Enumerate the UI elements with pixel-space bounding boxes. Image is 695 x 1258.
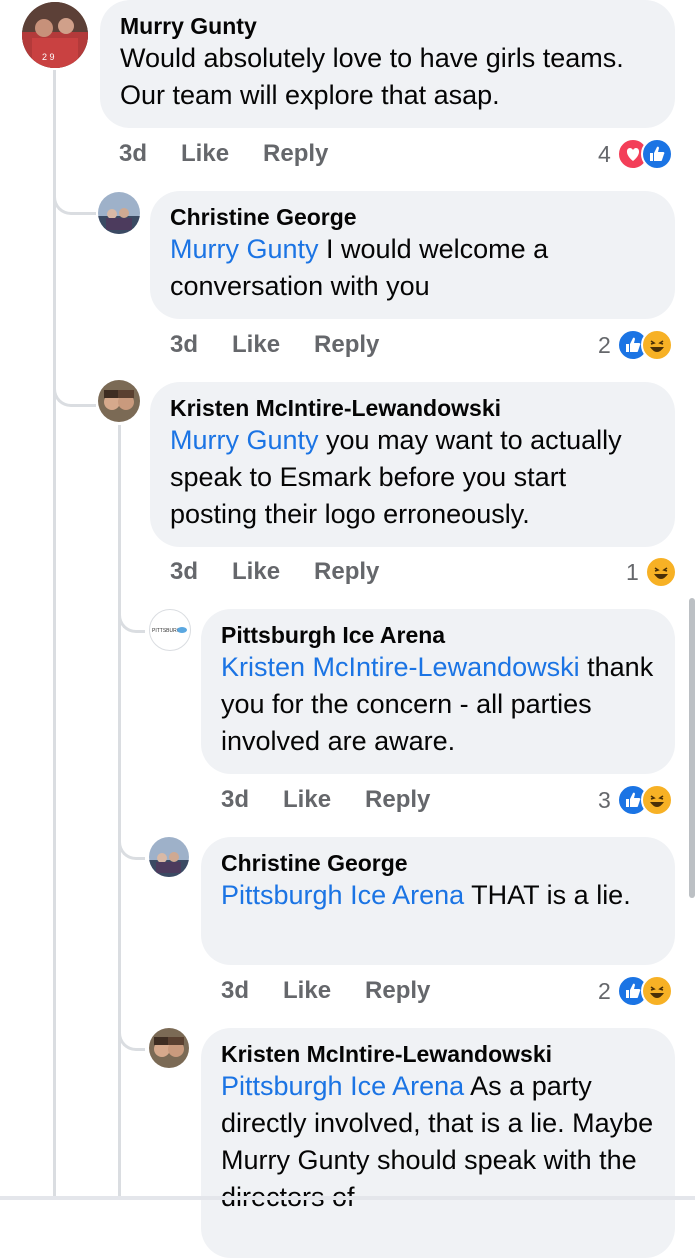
reply-button[interactable]: Reply	[314, 558, 379, 586]
reaction-count: 3	[598, 786, 611, 813]
like-button[interactable]: Like	[181, 140, 229, 168]
comment-text: Would absolutely love to have girls team…	[120, 43, 624, 110]
comment-actions: 3d Like Reply	[170, 558, 413, 586]
reaction-summary[interactable]: 2	[598, 329, 673, 361]
comment-time[interactable]: 3d	[221, 786, 249, 814]
thread-connector	[53, 188, 96, 215]
haha-icon	[640, 784, 673, 816]
comment-time[interactable]: 3d	[221, 977, 249, 1005]
comment-bubble: Murry Gunty Would absolutely love to hav…	[100, 0, 675, 128]
reaction-summary[interactable]: 1	[626, 556, 677, 588]
comment-author[interactable]: Christine George	[221, 849, 655, 877]
avatar[interactable]	[98, 192, 140, 234]
reaction-count: 2	[598, 331, 611, 358]
thread-connector	[53, 380, 96, 407]
comment-text: Murry Gunty you may want to actually spe…	[170, 422, 655, 533]
comment-bubble: Christine George Pittsburgh Ice Arena TH…	[201, 837, 675, 965]
svg-text:2 9: 2 9	[42, 52, 55, 62]
avatar[interactable]: 2 9	[22, 2, 88, 68]
reply-button[interactable]: Reply	[314, 331, 379, 359]
haha-icon	[640, 329, 673, 361]
comment-text: Pittsburgh Ice Arena THAT is a lie.	[221, 877, 655, 914]
comment-actions: 3d Like Reply	[221, 977, 464, 1005]
thread-connector	[118, 606, 145, 633]
thread-line	[53, 70, 56, 1200]
haha-icon	[644, 556, 677, 588]
comment-text: Pittsburgh Ice Arena As a party directly…	[221, 1068, 655, 1216]
thread-connector	[118, 833, 145, 860]
avatar[interactable]	[98, 380, 140, 422]
mention-link[interactable]: Pittsburgh Ice Arena	[221, 1071, 464, 1101]
comment-time[interactable]: 3d	[119, 140, 147, 168]
bottom-divider	[0, 1196, 695, 1200]
reaction-summary[interactable]: 4	[598, 138, 673, 170]
avatar[interactable]: PITTSBURGH	[149, 609, 191, 651]
comment-bubble: Christine George Murry Gunty I would wel…	[150, 191, 675, 319]
reaction-count: 4	[598, 140, 611, 167]
comment-actions: 3d Like Reply	[119, 140, 362, 168]
reaction-summary[interactable]: 3	[598, 784, 673, 816]
comment-author[interactable]: Kristen McIntire-Lewandowski	[221, 1040, 655, 1068]
comment-actions: 3d Like Reply	[170, 331, 413, 359]
haha-icon	[640, 975, 673, 1007]
avatar[interactable]	[149, 837, 189, 877]
like-button[interactable]: Like	[283, 977, 331, 1005]
comment-author[interactable]: Pittsburgh Ice Arena	[221, 621, 655, 649]
thread-line-nested	[118, 425, 121, 1200]
reply-button[interactable]: Reply	[365, 786, 430, 814]
comment-time[interactable]: 3d	[170, 558, 198, 586]
reply-button[interactable]: Reply	[263, 140, 328, 168]
scrollbar[interactable]	[689, 598, 695, 898]
mention-link[interactable]: Murry Gunty	[170, 425, 319, 455]
reaction-summary[interactable]: 2	[598, 975, 673, 1007]
comment-author[interactable]: Kristen McIntire-Lewandowski	[170, 394, 655, 422]
comment-author[interactable]: Murry Gunty	[120, 12, 655, 40]
comment-bubble: Kristen McIntire-Lewandowski Murry Gunty…	[150, 382, 675, 547]
reaction-count: 1	[626, 558, 639, 585]
like-button[interactable]: Like	[283, 786, 331, 814]
comment-body: THAT is a lie.	[464, 880, 631, 910]
reaction-count: 2	[598, 977, 611, 1004]
comment-bubble: Kristen McIntire-Lewandowski Pittsburgh …	[201, 1028, 675, 1258]
thread-connector	[118, 1024, 145, 1051]
reply-button[interactable]: Reply	[365, 977, 430, 1005]
comment-time[interactable]: 3d	[170, 331, 198, 359]
comment-author[interactable]: Christine George	[170, 203, 655, 231]
mention-link[interactable]: Pittsburgh Ice Arena	[221, 880, 464, 910]
like-button[interactable]: Like	[232, 558, 280, 586]
comment-text: Murry Gunty I would welcome a conversati…	[170, 231, 655, 305]
mention-link[interactable]: Murry Gunty	[170, 234, 319, 264]
comment-text: Kristen McIntire-Lewandowski thank you f…	[221, 649, 655, 760]
comment-actions: 3d Like Reply	[221, 786, 464, 814]
like-icon	[640, 138, 673, 170]
like-button[interactable]: Like	[232, 331, 280, 359]
avatar[interactable]	[149, 1028, 189, 1068]
comment-bubble: Pittsburgh Ice Arena Kristen McIntire-Le…	[201, 609, 675, 774]
mention-link[interactable]: Kristen McIntire-Lewandowski	[221, 652, 580, 682]
